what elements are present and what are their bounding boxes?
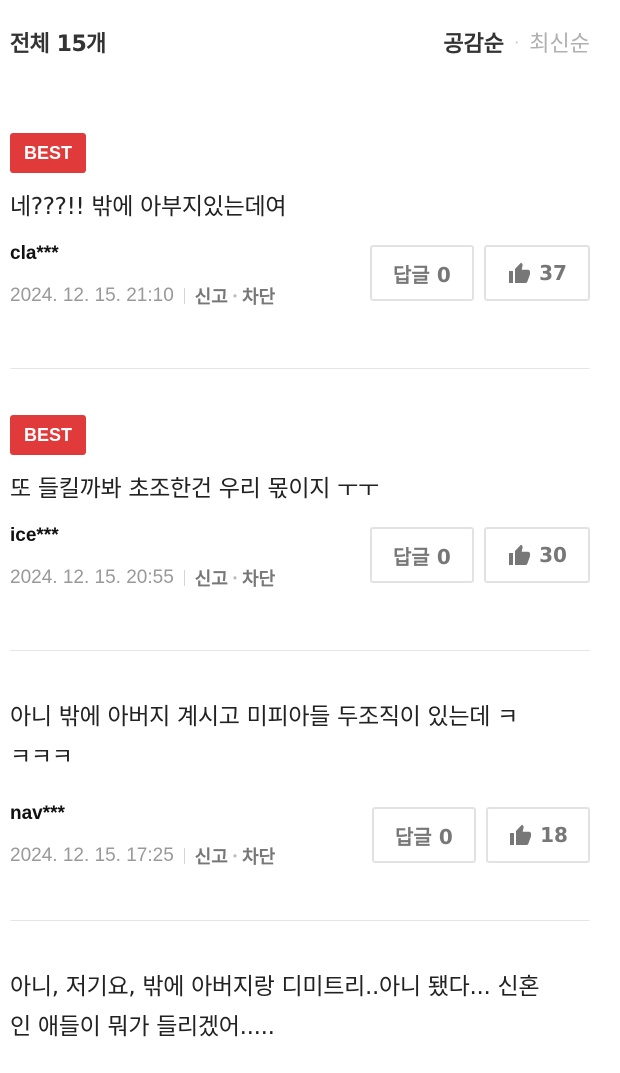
comment-text-line: 아니 밖에 아버지 계시고 미피아들 두조직이 있는데 ㅋ [10,704,518,730]
thumbs-up-icon [509,544,531,565]
comment-text-line: 인 애들이 뭐가 들리겠어..... [10,1014,275,1040]
comment-text: 또 들킬까봐 초조한건 우리 몫이지 ㅜㅜ [10,476,379,502]
comment-item: 아니 밖에 아버지 계시고 미피아들 두조직이 있는데 ㅋ ㅋㅋㅋ nav***… [10,697,590,869]
comment-text: 아니, 저기요, 밖에 아버지랑 디미트리..아니 됐다... 신혼 인 애들이… [10,967,590,1047]
comment-text: 아니 밖에 아버지 계시고 미피아들 두조직이 있는데 ㅋ ㅋㅋㅋ [10,697,590,777]
report-link[interactable]: 신고 [195,565,228,591]
like-button[interactable]: 37 [484,245,590,301]
comment-header: 전체 15개 공감순 · 최신순 [10,22,590,62]
link-dot: • [232,289,238,303]
block-link[interactable]: 차단 [242,283,275,309]
block-link[interactable]: 차단 [242,565,275,591]
reply-button[interactable]: 답글 0 [370,527,474,583]
thumbs-up-icon [510,824,532,845]
comment-item: 아니, 저기요, 밖에 아버지랑 디미트리..아니 됐다... 신혼 인 애들이… [10,967,590,1047]
info-divider [183,288,185,304]
report-link[interactable]: 신고 [195,843,228,869]
like-button[interactable]: 18 [486,807,590,863]
report-link[interactable]: 신고 [195,283,228,309]
comment-count: 전체 15개 [10,32,107,57]
sort-by-likes[interactable]: 공감순 [443,26,504,58]
sort-options: 공감순 · 최신순 [443,26,590,58]
info-divider [183,848,185,864]
comment-date: 2024. 12. 15. 17:25 [10,845,174,866]
thumbs-up-icon [509,262,531,283]
comment-date: 2024. 12. 15. 21:10 [10,285,174,306]
like-count: 18 [540,823,568,847]
like-button[interactable]: 30 [484,527,590,583]
like-count: 30 [539,543,567,567]
block-link[interactable]: 차단 [242,843,275,869]
comment-divider [10,920,590,921]
best-badge: BEST [10,415,87,455]
comment-date: 2024. 12. 15. 20:55 [10,567,174,588]
info-divider [183,570,185,586]
link-dot: • [232,571,238,585]
comment-item: BEST 또 들킬까봐 초조한건 우리 몫이지 ㅜㅜ ice*** 2024. … [10,415,590,591]
comment-text: 네???!! 밖에 아부지있는데여 [10,194,287,220]
sort-separator: · [514,32,520,52]
comment-item: BEST 네???!! 밖에 아부지있는데여 cla*** 2024. 12. … [10,133,590,309]
like-count: 37 [539,261,567,285]
best-badge: BEST [10,133,87,173]
comment-text-line: ㅋㅋㅋ [10,744,73,770]
comment-divider [10,650,590,651]
link-dot: • [232,849,238,863]
reply-button[interactable]: 답글 0 [372,807,476,863]
comment-divider [10,368,590,369]
comment-text-line: 아니, 저기요, 밖에 아버지랑 디미트리..아니 됐다... 신혼 [10,974,540,1000]
reply-button[interactable]: 답글 0 [370,245,474,301]
sort-by-latest[interactable]: 최신순 [529,26,590,58]
